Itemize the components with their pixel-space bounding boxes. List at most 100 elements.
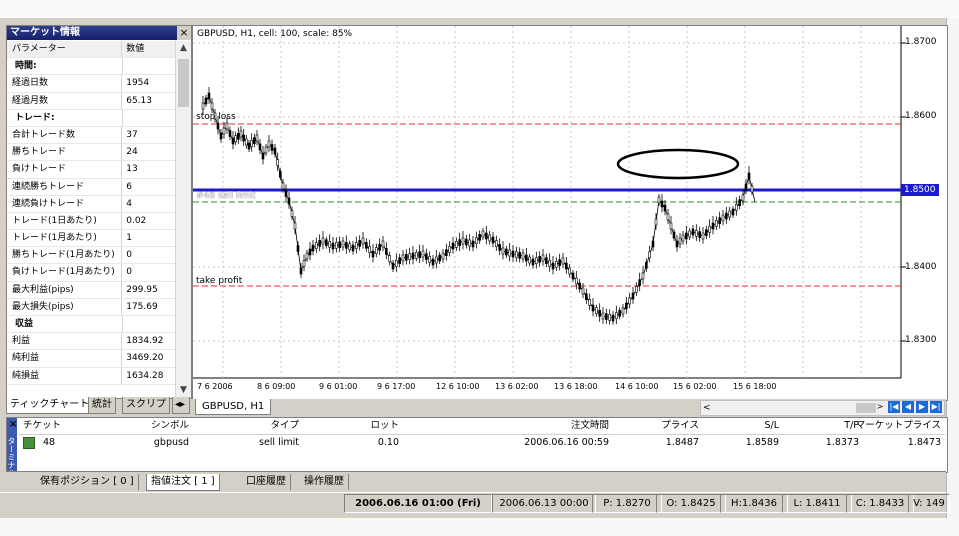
candle-body: [551, 262, 555, 270]
candle-body: [488, 234, 491, 242]
param-name: 勝ちトレード(1月あたり): [7, 247, 123, 264]
panel-tabs: ティックチャート 統計 スクリプ ◂▸: [6, 397, 190, 414]
candle-body: [305, 252, 309, 260]
value-header[interactable]: 数値: [122, 41, 175, 58]
tab-tick-chart[interactable]: ティックチャート: [6, 397, 94, 414]
candle-body: [538, 256, 541, 263]
table-row[interactable]: トレード(1日あたり) 0.02: [7, 212, 175, 231]
header-symbol[interactable]: シンボル: [139, 418, 189, 434]
candle-body: [425, 253, 428, 260]
candle-body: [375, 247, 378, 254]
candle-body: [501, 247, 505, 255]
table-row[interactable]: 負けトレード 13: [7, 161, 175, 179]
param-header[interactable]: パラメーター: [7, 41, 123, 58]
first-icon[interactable]: |◀: [888, 401, 900, 413]
table-row[interactable]: 経過日数 1954: [7, 75, 175, 93]
tab-pending-orders[interactable]: 指値注文 [ 1 ]: [146, 474, 220, 491]
header-price[interactable]: プライス: [629, 418, 699, 434]
horizontal-scrollbar[interactable]: < > |◀ ◀ ▶ ▶|: [700, 400, 945, 416]
x-tick-label: 7 6 2006: [197, 382, 233, 391]
y-tick-label: 1.8400: [905, 262, 937, 272]
table-row[interactable]: 純損益 1634.28: [7, 367, 175, 385]
candle-body: [358, 240, 361, 247]
candle-body: [528, 256, 531, 264]
scroll-left-icon[interactable]: <: [703, 401, 711, 415]
scroll-up-icon[interactable]: ▲: [176, 41, 191, 55]
candle-body: [615, 312, 618, 319]
candle-body: [378, 244, 381, 251]
table-row[interactable]: 利益 1834.92: [7, 333, 175, 351]
table-row[interactable]: 負けトレード(1月あたり) 0: [7, 264, 175, 282]
table-row[interactable]: 勝ちトレード 24: [7, 144, 175, 162]
candle-body: [708, 226, 711, 233]
param-value: [123, 316, 175, 332]
param-name: 最大利益(pips): [7, 281, 123, 298]
header-ticket[interactable]: チケット: [23, 418, 61, 434]
tab-script[interactable]: スクリプ: [122, 397, 170, 414]
header-order-time[interactable]: 注文時間: [499, 418, 609, 434]
candle-body: [681, 234, 685, 242]
current-price-label: 1.8500: [901, 184, 939, 196]
candle-body: [695, 230, 698, 237]
terminal-close-icon[interactable]: ×: [9, 419, 17, 430]
scroll-thumb[interactable]: [178, 59, 189, 107]
param-value: 299.95: [126, 284, 158, 295]
table-row[interactable]: 最大利益(pips) 299.95: [7, 281, 175, 299]
candle-body: [287, 197, 291, 205]
header-market-price[interactable]: マーケットプライス: [849, 418, 941, 434]
table-row[interactable]: 純利益 3469.20: [7, 350, 175, 368]
section-header[interactable]: トレード:: [7, 109, 175, 127]
table-row[interactable]: 最大損失(pips) 175.69: [7, 298, 175, 316]
tab-positions[interactable]: 保有ポジション [ 0 ]: [36, 474, 139, 490]
candle-body: [611, 314, 615, 322]
candle-body: [535, 257, 538, 264]
tab-account-history[interactable]: 口座履歴: [242, 474, 291, 490]
candle-body: [521, 252, 525, 260]
last-icon[interactable]: ▶|: [930, 401, 942, 413]
y-tick-label: 1.8600: [905, 111, 937, 121]
x-tick-label: 12 6 10:00: [436, 382, 480, 391]
table-row[interactable]: 48 gbpusd sell limit 0.10 2006.06.16 00:…: [19, 435, 945, 451]
tab-stats[interactable]: 統計: [88, 397, 116, 414]
candle-body: [672, 231, 676, 239]
header-lots[interactable]: ロット: [359, 418, 399, 434]
candle-body: [701, 232, 705, 240]
candle-body: [405, 254, 408, 261]
scroll-down-icon[interactable]: ▼: [176, 383, 191, 397]
table-row[interactable]: 合計トレード数 37: [7, 126, 175, 145]
table-header: チケット シンボル タイプ ロット 注文時間 プライス S/L T/P マーケッ…: [19, 418, 945, 435]
candle-body: [395, 260, 398, 267]
table-row[interactable]: トレード(1月あたり) 1: [7, 230, 175, 248]
scroll-thumb[interactable]: [856, 403, 876, 413]
candle-body: [435, 256, 438, 264]
table-row[interactable]: 勝ちトレード(1月あたり) 0: [7, 247, 175, 265]
section-header[interactable]: 時間:: [7, 58, 175, 76]
chart-canvas[interactable]: [193, 26, 947, 400]
tab-operation-history[interactable]: 操作履歴: [300, 474, 349, 490]
price-chart[interactable]: GBPUSD, H1, cell: 100, scale: 85% 1.8700…: [192, 25, 948, 401]
candle-body: [391, 262, 395, 270]
section-header[interactable]: 収益: [7, 316, 175, 334]
table-row[interactable]: 連続勝ちトレード 6: [7, 178, 175, 196]
header-type[interactable]: タイプ: [249, 418, 299, 434]
candle-body: [651, 240, 655, 248]
next-icon[interactable]: ▶: [916, 401, 928, 413]
panel-title: マーケット情報: [7, 26, 178, 40]
table-row[interactable]: 経過月数 65.13: [7, 92, 175, 110]
param-value: 65.13: [126, 95, 152, 106]
param-name: 利益: [7, 333, 123, 350]
candle-body: [411, 252, 415, 260]
close-icon[interactable]: ×: [177, 26, 191, 40]
status-datetime: 2006.06.16 01:00 (Fri): [344, 494, 492, 513]
tab-gbpusd-h1[interactable]: GBPUSD, H1: [195, 399, 272, 415]
candle-body: [448, 246, 451, 253]
candle-body: [705, 229, 708, 236]
header-sl[interactable]: S/L: [709, 418, 779, 434]
prev-icon[interactable]: ◀: [902, 401, 914, 413]
tab-nav-icon[interactable]: ◂▸: [172, 397, 190, 414]
table-row[interactable]: 連続負けトレード 4: [7, 195, 175, 213]
param-value: 1634.28: [126, 370, 164, 381]
scroll-right-icon[interactable]: >: [874, 401, 886, 413]
candle-body: [296, 245, 300, 252]
vertical-scrollbar[interactable]: ▲ ▼: [175, 41, 191, 397]
